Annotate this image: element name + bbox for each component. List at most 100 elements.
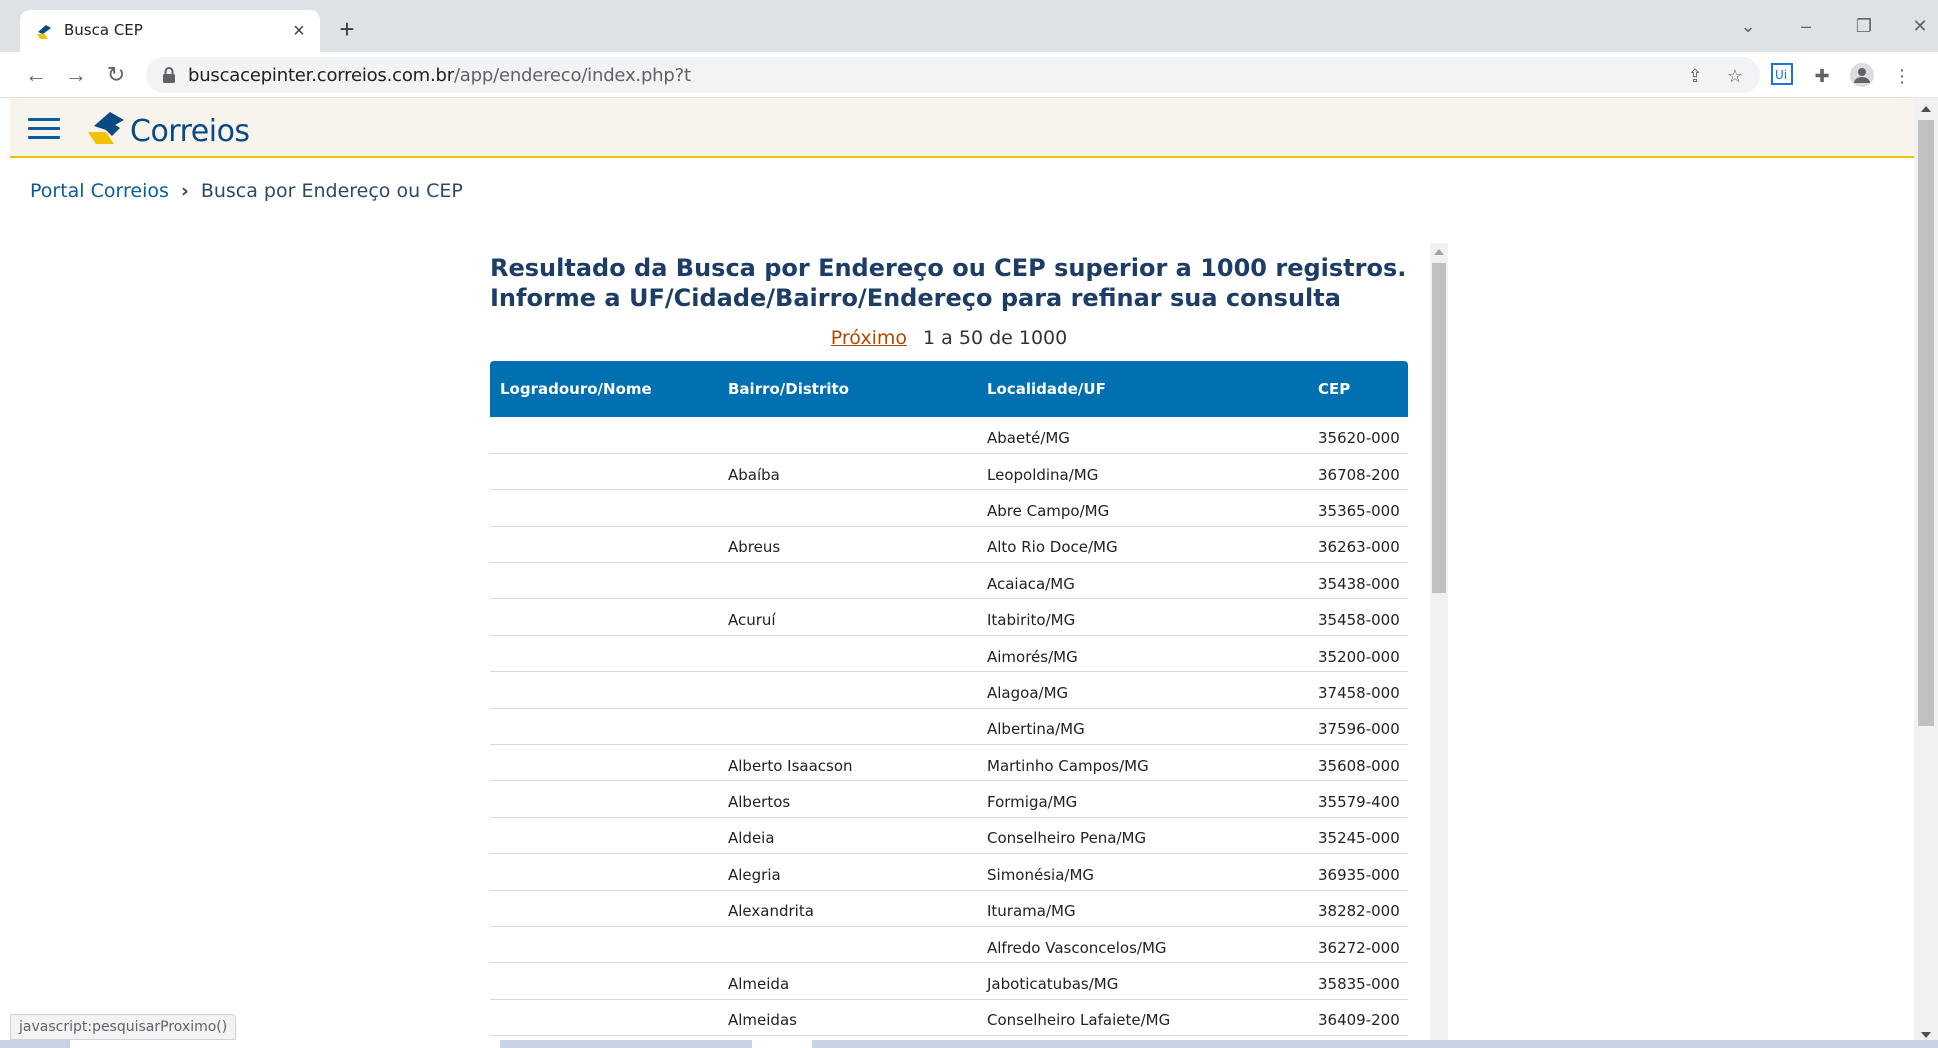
cell-localidade: Aimorés/MG bbox=[977, 635, 1308, 673]
new-tab-button[interactable]: + bbox=[334, 16, 360, 42]
cell-cep: 35438-000 bbox=[1308, 562, 1408, 600]
table-row: Almeidas Conselheiro Lafaiete/MG 36409-200 bbox=[490, 999, 1408, 1037]
table-row: Abaíba Leopoldina/MG 36708-200 bbox=[490, 453, 1408, 491]
share-icon[interactable]: ⇪ bbox=[1684, 65, 1706, 87]
cell-logradouro bbox=[490, 598, 718, 636]
cell-logradouro bbox=[490, 417, 718, 454]
cell-cep: 35579-400 bbox=[1308, 780, 1408, 818]
cell-localidade: Itabirito/MG bbox=[977, 598, 1308, 636]
forward-icon[interactable]: → bbox=[62, 61, 90, 89]
cell-cep: 36263-000 bbox=[1308, 526, 1408, 564]
cell-bairro bbox=[718, 671, 977, 709]
cell-cep: 38282-000 bbox=[1308, 890, 1408, 927]
restore-icon[interactable]: ❐ bbox=[1850, 12, 1878, 40]
back-icon[interactable]: ← bbox=[22, 61, 50, 89]
cell-cep: 36272-000 bbox=[1308, 926, 1408, 964]
cell-cep: 35835-000 bbox=[1308, 962, 1408, 1000]
cell-localidade: Iturama/MG bbox=[977, 890, 1308, 927]
cell-bairro bbox=[718, 489, 977, 527]
correios-logo[interactable]: Correios bbox=[84, 110, 250, 149]
tab-search-icon[interactable]: ⌄ bbox=[1734, 12, 1762, 40]
browser-menu-icon[interactable]: ⋮ bbox=[1889, 63, 1915, 89]
page-scrollbar[interactable] bbox=[1914, 98, 1938, 1048]
lock-icon bbox=[163, 67, 175, 83]
taskbar-search-segment bbox=[70, 1040, 500, 1048]
breadcrumb-current: Busca por Endereço ou CEP bbox=[200, 180, 463, 202]
cell-cep: 35200-000 bbox=[1308, 635, 1408, 673]
cell-logradouro bbox=[490, 853, 718, 891]
cell-logradouro bbox=[490, 489, 718, 527]
cell-localidade: Alfredo Vasconcelos/MG bbox=[977, 926, 1308, 964]
cell-bairro: Alberto Isaacson bbox=[718, 744, 977, 782]
cell-bairro: Acuruí bbox=[718, 598, 977, 636]
taskbar-strip bbox=[0, 1040, 1938, 1048]
reload-icon[interactable]: ↻ bbox=[102, 61, 130, 89]
correios-logo-icon bbox=[88, 112, 124, 144]
tab-title: Busca CEP bbox=[64, 21, 143, 39]
cell-localidade: Abaeté/MG bbox=[977, 417, 1308, 454]
minimize-icon[interactable]: – bbox=[1792, 12, 1820, 40]
breadcrumb-portal-link[interactable]: Portal Correios bbox=[30, 180, 169, 202]
tab-close-icon[interactable]: × bbox=[288, 20, 310, 42]
cell-cep: 36409-200 bbox=[1308, 999, 1408, 1037]
table-row: Alexandrita Iturama/MG 38282-000 bbox=[490, 890, 1408, 927]
cell-bairro: Albertos bbox=[718, 780, 977, 818]
results-table: Logradouro/Nome Bairro/Distrito Localida… bbox=[490, 361, 1408, 1037]
result-frame-scrollbar[interactable] bbox=[1430, 243, 1448, 1048]
scroll-up-arrow-icon[interactable] bbox=[1434, 249, 1444, 255]
taskbar-app-segment bbox=[752, 1040, 812, 1048]
table-row: Alagoa/MG 37458-000 bbox=[490, 671, 1408, 709]
cell-bairro: Almeidas bbox=[718, 999, 977, 1037]
address-bar[interactable]: buscacepinter.correios.com.br/app/endere… bbox=[146, 57, 1760, 93]
cell-bairro: Abreus bbox=[718, 526, 977, 564]
browser-tab[interactable]: Busca CEP × bbox=[20, 10, 320, 52]
result-heading-line1: Resultado da Busca por Endereço ou CEP s… bbox=[490, 254, 1407, 282]
cell-logradouro bbox=[490, 817, 718, 855]
table-row: Aldeia Conselheiro Pena/MG 35245-000 bbox=[490, 817, 1408, 855]
page-scroll-down-icon[interactable] bbox=[1921, 1032, 1931, 1038]
cell-logradouro bbox=[490, 708, 718, 746]
result-frame-scroll-thumb[interactable] bbox=[1432, 263, 1446, 593]
cell-cep: 36708-200 bbox=[1308, 453, 1408, 491]
cell-cep: 35620-000 bbox=[1308, 417, 1408, 454]
table-row: Alegria Simonésia/MG 36935-000 bbox=[490, 853, 1408, 891]
cell-bairro: Abaíba bbox=[718, 453, 977, 491]
table-row: Acaiaca/MG 35438-000 bbox=[490, 562, 1408, 600]
next-page-link[interactable]: Próximo bbox=[831, 327, 907, 349]
breadcrumb-separator: › bbox=[180, 180, 189, 202]
close-window-icon[interactable]: ✕ bbox=[1906, 12, 1934, 40]
cell-bairro bbox=[718, 562, 977, 600]
table-row: Albertina/MG 37596-000 bbox=[490, 708, 1408, 746]
url-path: /app/endereco/index.php?t bbox=[453, 65, 691, 86]
table-row: Albertos Formiga/MG 35579-400 bbox=[490, 780, 1408, 818]
result-heading: Resultado da Busca por Endereço ou CEP s… bbox=[490, 253, 1406, 313]
cell-cep: 36935-000 bbox=[1308, 853, 1408, 891]
cell-bairro: Alexandrita bbox=[718, 890, 977, 927]
cell-logradouro bbox=[490, 744, 718, 782]
table-row: Acuruí Itabirito/MG 35458-000 bbox=[490, 598, 1408, 636]
cell-bairro: Aldeia bbox=[718, 817, 977, 855]
cell-logradouro bbox=[490, 999, 718, 1037]
result-heading-line2: Informe a UF/Cidade/Bairro/Endereço para… bbox=[490, 284, 1341, 312]
table-header-row: Logradouro/Nome Bairro/Distrito Localida… bbox=[490, 361, 1408, 417]
cell-logradouro bbox=[490, 890, 718, 927]
logo-text: Correios bbox=[130, 114, 250, 149]
page-scroll-up-icon[interactable] bbox=[1921, 106, 1931, 112]
pager: Próximo 1 a 50 de 1000 bbox=[490, 327, 1408, 349]
bookmark-star-icon[interactable]: ☆ bbox=[1724, 65, 1746, 87]
uipath-extension-icon[interactable]: Ui bbox=[1769, 63, 1795, 89]
web-page: Correios Portal Correios › Busca por End… bbox=[10, 98, 1914, 1048]
table-row: Alberto Isaacson Martinho Campos/MG 35608-… bbox=[490, 744, 1408, 782]
hamburger-menu-icon[interactable] bbox=[28, 118, 60, 140]
header-cep: CEP bbox=[1318, 380, 1351, 398]
browser-toolbar: ← → ↻ buscacepinter.correios.com.br/app/… bbox=[0, 52, 1938, 98]
cell-bairro bbox=[718, 635, 977, 673]
cell-logradouro bbox=[490, 780, 718, 818]
status-url-bubble: javascript:pesquisarProximo() bbox=[10, 1014, 237, 1040]
cell-localidade: Alagoa/MG bbox=[977, 671, 1308, 709]
extensions-puzzle-icon[interactable]: ✚ bbox=[1809, 63, 1835, 89]
profile-avatar-icon[interactable] bbox=[1849, 63, 1875, 89]
page-scroll-thumb[interactable] bbox=[1918, 120, 1934, 726]
site-header: Correios bbox=[10, 98, 1914, 158]
cell-bairro: Alegria bbox=[718, 853, 977, 891]
